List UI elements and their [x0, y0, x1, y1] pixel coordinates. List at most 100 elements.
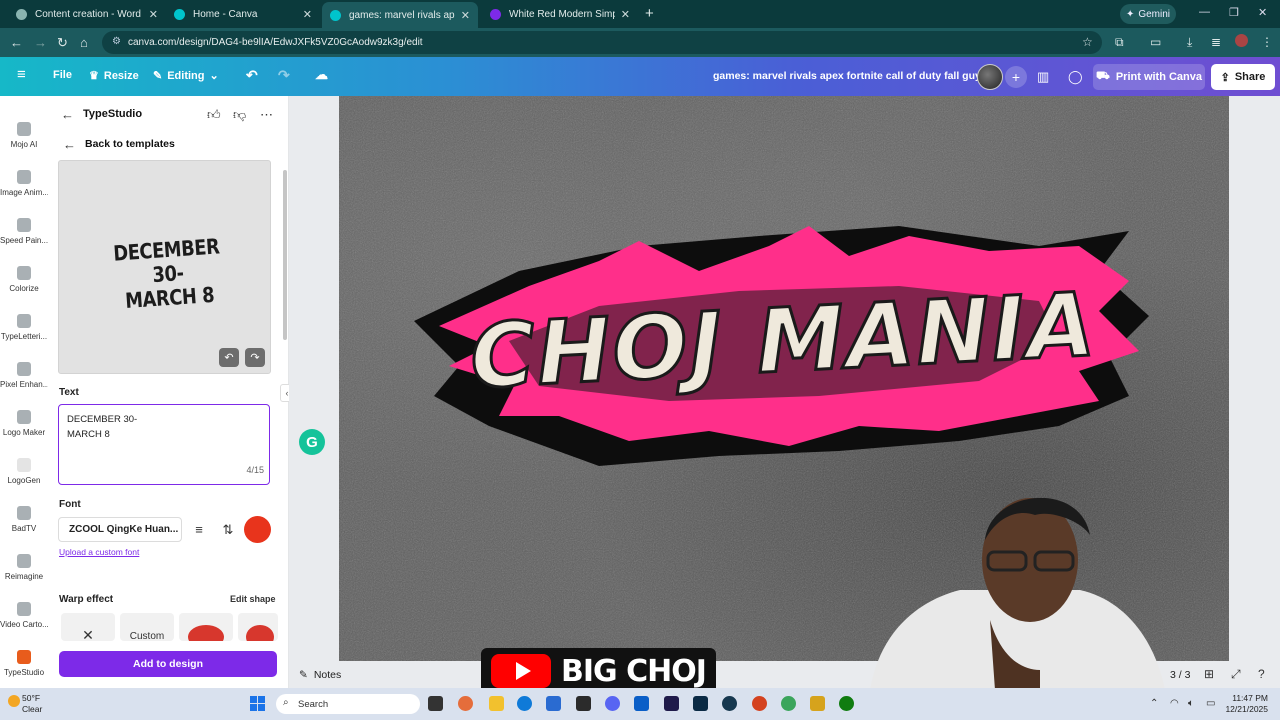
add-collaborator-button[interactable]: +	[1005, 66, 1027, 88]
close-tab-icon[interactable]: ✕	[461, 9, 470, 22]
rail-item-typelettering[interactable]: TypeLetteri...	[0, 314, 48, 341]
main-menu-icon[interactable]: ≡	[17, 66, 26, 83]
copilot-icon[interactable]	[458, 696, 473, 711]
taskbar-clock[interactable]: 11:47 PM 12/21/2025	[1220, 693, 1268, 715]
lightroom-icon[interactable]	[693, 696, 708, 711]
help-icon[interactable]: ?	[1258, 667, 1265, 681]
grid-view-icon[interactable]: ⊞	[1204, 667, 1214, 681]
cloud-save-icon[interactable]: ☁	[315, 67, 328, 83]
editing-mode-dropdown[interactable]: ✎ Editing ⌄	[153, 69, 219, 83]
file-menu[interactable]: File	[53, 69, 72, 81]
edit-shape-link[interactable]: Edit shape	[230, 594, 276, 604]
more-options-icon[interactable]: ⋯	[260, 107, 273, 123]
address-bar[interactable]: ⚙ canva.com/design/DAG4-be9lIA/EdwJXFk5V…	[102, 31, 1102, 54]
epic-games-icon[interactable]	[576, 696, 591, 711]
close-tab-icon[interactable]: ✕	[149, 8, 158, 21]
upload-custom-font-link[interactable]: Upload a custom font	[59, 547, 139, 557]
font-dropdown[interactable]: ZCOOL QingKe Huan...	[58, 517, 182, 542]
rail-item-logo-maker[interactable]: Logo Maker	[0, 410, 48, 437]
cast-icon[interactable]: ▭	[1150, 35, 1161, 49]
browser-menu-icon[interactable]: ⋮	[1261, 35, 1273, 49]
premiere-icon[interactable]	[664, 696, 679, 711]
warp-none-tile[interactable]: ✕	[61, 613, 115, 641]
rail-item-video-cartoon[interactable]: Video Carto...	[0, 602, 48, 629]
rail-item-logogen[interactable]: LogoGen	[0, 458, 48, 485]
outlook-icon[interactable]	[634, 696, 649, 711]
browser-tab-word-art[interactable]: Content creation - Word art ide ✕	[8, 3, 166, 25]
weather-widget[interactable]: 50°F Clear	[8, 693, 42, 715]
discord-icon[interactable]	[605, 696, 620, 711]
media-icon[interactable]: ≣	[1211, 35, 1221, 49]
home-icon[interactable]: ⌂	[80, 35, 88, 50]
rail-item-typestudio[interactable]: TypeStudio	[0, 650, 48, 677]
add-to-design-button[interactable]: Add to design	[59, 651, 277, 677]
minimize-icon[interactable]: —	[1199, 6, 1210, 18]
insights-chart-icon[interactable]: ▥	[1037, 69, 1049, 85]
extensions-icon[interactable]: ⧉	[1115, 35, 1124, 50]
battery-icon[interactable]: ▭	[1206, 698, 1215, 709]
redo-icon[interactable]: ↷	[245, 348, 265, 367]
print-with-canva-button[interactable]: ⛟ Print with Canva	[1093, 64, 1205, 90]
comment-icon[interactable]: ◯	[1068, 69, 1083, 85]
volume-icon[interactable]: 🔈︎	[1188, 698, 1194, 709]
chrome-icon[interactable]	[781, 696, 796, 711]
collaborator-avatar[interactable]	[977, 64, 1003, 90]
forward-arrow-icon[interactable]: →	[34, 35, 47, 50]
browser-tab-games-active[interactable]: games: marvel rivals apex fortni ✕	[322, 2, 478, 28]
store-icon[interactable]	[546, 696, 561, 711]
redo-icon[interactable]: ↷	[278, 67, 290, 84]
align-center-icon[interactable]: ≡	[186, 517, 212, 542]
taskbar-search[interactable]: ⌕ Search	[276, 694, 420, 714]
back-arrow-icon[interactable]: ←	[61, 107, 74, 122]
windows-start-icon[interactable]	[250, 696, 265, 711]
back-arrow-icon[interactable]: ←	[10, 35, 23, 50]
wifi-icon[interactable]: ◠	[1170, 698, 1179, 709]
warp-preset-tile[interactable]	[238, 613, 278, 641]
page-indicator[interactable]: 3 / 3	[1170, 669, 1190, 681]
browser-tab-white-red[interactable]: White Red Modern Simple Live ✕	[482, 3, 638, 25]
project-title[interactable]: games: marvel rivals apex fortnite call …	[713, 70, 987, 82]
rail-item-badtv[interactable]: BadTV	[0, 506, 48, 533]
rail-item-image-anim[interactable]: Image Anim...	[0, 170, 48, 197]
warp-preset-tile[interactable]	[179, 613, 233, 641]
steam-icon[interactable]	[722, 696, 737, 711]
rail-item-colorize[interactable]: Colorize	[0, 266, 48, 293]
back-to-templates-link[interactable]: Back to templates	[85, 138, 175, 150]
thumbs-up-icon[interactable]: 👍︎	[207, 107, 221, 123]
bookmark-star-icon[interactable]: ☆	[1082, 35, 1093, 49]
fullscreen-icon[interactable]: ⤢	[1231, 667, 1241, 682]
undo-icon[interactable]: ↶	[219, 348, 239, 367]
font-color-swatch[interactable]	[244, 516, 271, 543]
file-explorer-icon[interactable]	[489, 696, 504, 711]
rail-item-reimagine[interactable]: Reimagine	[0, 554, 48, 581]
undo-icon[interactable]: ↶	[246, 67, 258, 84]
task-view-icon[interactable]	[428, 696, 443, 711]
new-tab-button[interactable]: +	[645, 5, 654, 22]
thumbs-down-icon[interactable]: 👎︎	[233, 107, 246, 123]
warp-custom-tile[interactable]: Custom	[120, 613, 174, 641]
rail-item-mojo-ai[interactable]: Mojo AI	[0, 122, 48, 149]
restore-icon[interactable]: ❐	[1229, 6, 1239, 19]
reload-icon[interactable]: ↻	[57, 35, 68, 51]
edge-icon[interactable]	[517, 696, 532, 711]
back-arrow-icon[interactable]: ←	[63, 137, 76, 152]
brave-icon[interactable]	[752, 696, 767, 711]
rail-item-speed-paint[interactable]: Speed Pain...	[0, 218, 48, 245]
resize-button[interactable]: ♛ Resize	[89, 69, 139, 83]
close-tab-icon[interactable]: ✕	[303, 8, 312, 21]
browser-tab-home-canva[interactable]: Home - Canva ✕	[166, 3, 320, 25]
app-r-icon[interactable]	[810, 696, 825, 711]
grammarly-icon[interactable]: G	[299, 429, 325, 455]
line-spacing-icon[interactable]: ⇅	[215, 517, 241, 542]
tray-chevron-icon[interactable]: ⌃	[1150, 698, 1158, 709]
text-input[interactable]: DECEMBER 30- MARCH 8 4/15	[58, 404, 270, 485]
close-tab-icon[interactable]: ✕	[621, 8, 630, 21]
notes-button[interactable]: ✎ Notes	[299, 669, 341, 681]
rail-item-pixel-enhance[interactable]: Pixel Enhan...	[0, 362, 48, 389]
close-window-icon[interactable]: ✕	[1258, 6, 1267, 19]
gemini-button[interactable]: ✦ Gemini	[1120, 4, 1176, 24]
panel-scrollbar[interactable]	[283, 170, 287, 340]
xbox-icon[interactable]	[839, 696, 854, 711]
profile-avatar[interactable]	[1235, 34, 1248, 47]
share-button[interactable]: ⇪ Share	[1211, 64, 1275, 90]
